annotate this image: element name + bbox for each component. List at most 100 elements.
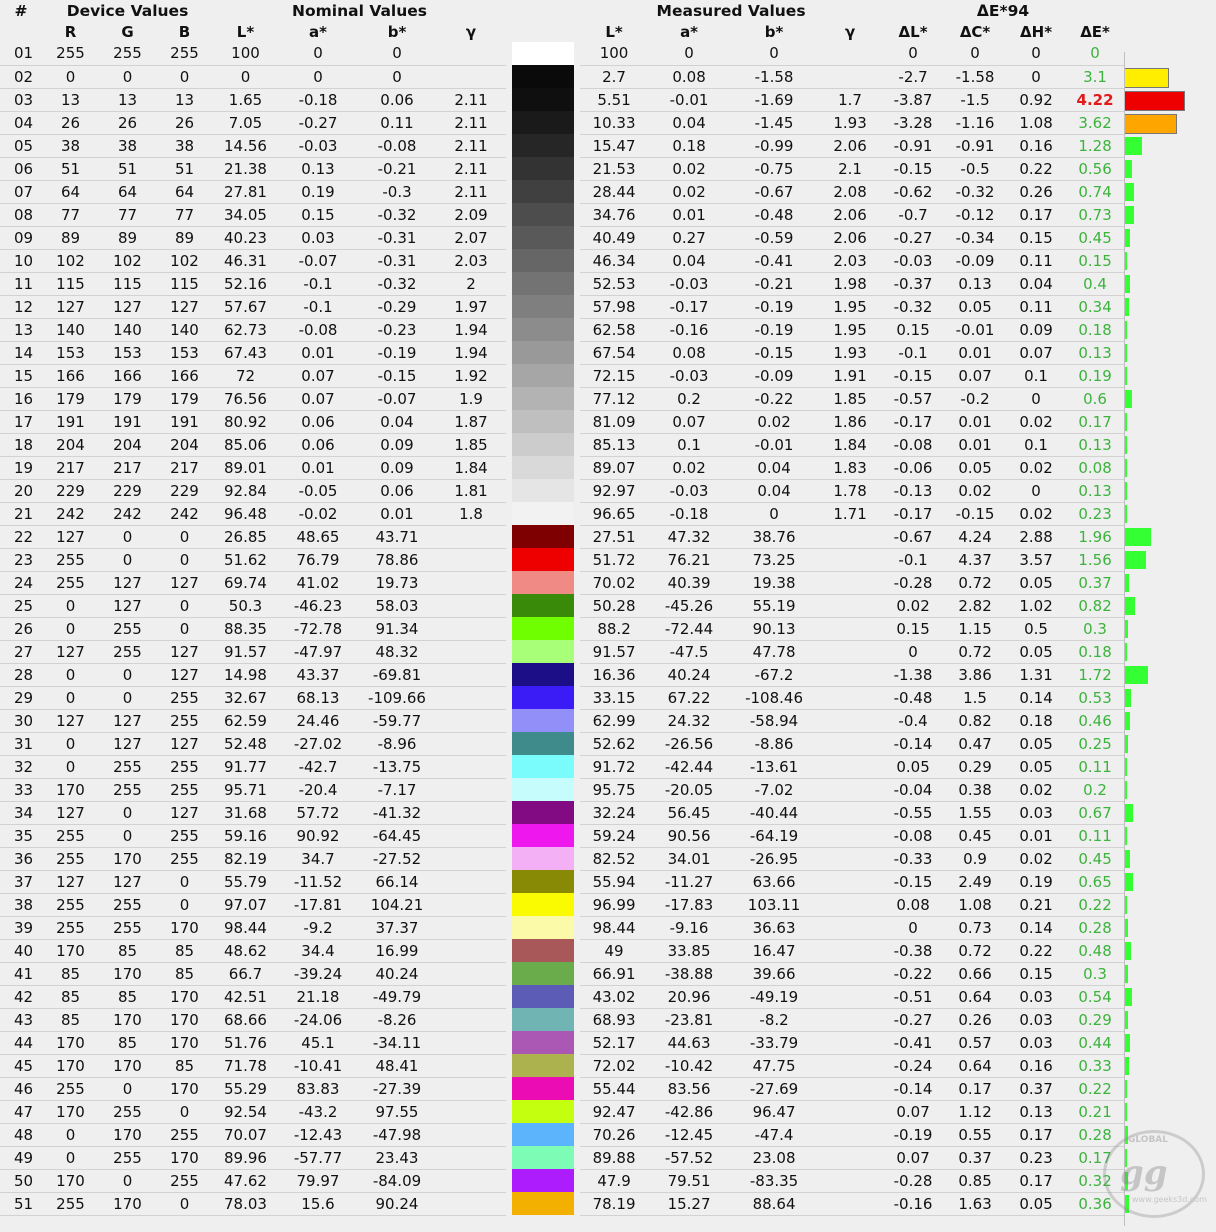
cell-delta-e: 0: [1066, 42, 1125, 66]
cell-b: 153: [156, 341, 213, 365]
cell-r: 85: [42, 985, 99, 1009]
cell-nominal-b: -0.3: [358, 180, 436, 204]
cell-nominal-a: -42.7: [278, 755, 358, 779]
cell-num: 45: [0, 1054, 42, 1078]
cell-nominal-l: 59.16: [213, 824, 278, 848]
cell-measured-gamma: [818, 640, 883, 664]
cell-delta-l: -0.04: [882, 778, 945, 802]
col-measured-l: L*: [605, 23, 623, 41]
cell-delta-e: 0.11: [1066, 755, 1125, 779]
delta-e-bar: [1124, 551, 1147, 569]
color-swatch-cell: [506, 1031, 580, 1054]
cell-delta-l: -0.41: [882, 1031, 945, 1055]
cell-g: 0: [99, 65, 156, 89]
cell-measured-l: 55.94: [580, 870, 649, 894]
cell-measured-gamma: [818, 732, 883, 756]
cell-delta-l: -0.13: [882, 479, 945, 503]
color-swatch-cell: [506, 985, 580, 1008]
cell-measured-l: 81.09: [580, 410, 649, 434]
cell-nominal-gamma: 2.11: [436, 111, 507, 135]
cell-nominal-gamma: [436, 640, 507, 664]
cell-r: 0: [42, 1146, 99, 1170]
cell-delta-l: -0.15: [882, 364, 945, 388]
cell-b: 255: [156, 1169, 213, 1193]
color-swatch: [512, 824, 575, 847]
cell-nominal-l: 98.44: [213, 916, 278, 940]
cell-delta-c: -0.2: [944, 387, 1007, 411]
cell-nominal-a: 0.06: [278, 410, 358, 434]
cell-measured-a: 0.08: [648, 341, 731, 365]
cell-b: 204: [156, 433, 213, 457]
cell-nominal-a: 0.15: [278, 203, 358, 227]
cell-g: 217: [99, 456, 156, 480]
cell-nominal-b: 78.86: [358, 548, 436, 572]
cell-delta-h: 0.05: [1006, 571, 1067, 595]
cell-delta-l: 0: [882, 916, 945, 940]
cell-measured-b: -67.2: [730, 663, 819, 687]
cell-delta-l: -0.67: [882, 525, 945, 549]
delta-e-bar-cell: [1124, 111, 1216, 134]
cell-nominal-a: -17.81: [278, 893, 358, 917]
color-swatch-cell: [506, 709, 580, 732]
cell-measured-gamma: 1.98: [818, 272, 883, 296]
col-r: R: [64, 23, 77, 41]
cell-nominal-b: 16.99: [358, 939, 436, 963]
cell-nominal-l: 91.77: [213, 755, 278, 779]
color-swatch: [512, 732, 575, 755]
cell-g: 153: [99, 341, 156, 365]
cell-measured-l: 92.47: [580, 1100, 649, 1124]
cell-num: 38: [0, 893, 42, 917]
cell-delta-l: -0.08: [882, 433, 945, 457]
color-swatch: [512, 1100, 575, 1123]
cell-num: 50: [0, 1169, 42, 1193]
cell-r: 255: [42, 548, 99, 572]
cell-nominal-a: -46.23: [278, 594, 358, 618]
cell-measured-l: 88.2: [580, 617, 649, 641]
cell-nominal-b: -27.52: [358, 847, 436, 871]
cell-delta-h: 0.17: [1006, 1123, 1067, 1147]
cell-nominal-b: 19.73: [358, 571, 436, 595]
color-swatch-cell: [506, 479, 580, 502]
cell-measured-gamma: 2.06: [818, 203, 883, 227]
cell-g: 0: [99, 663, 156, 687]
cell-delta-l: 0.15: [882, 318, 945, 342]
cell-b: 127: [156, 295, 213, 319]
cell-r: 255: [42, 571, 99, 595]
cell-r: 77: [42, 203, 99, 227]
cell-measured-l: 50.28: [580, 594, 649, 618]
cell-num: 42: [0, 985, 42, 1009]
cell-g: 115: [99, 272, 156, 296]
cell-delta-l: -0.57: [882, 387, 945, 411]
cell-measured-b: -7.02: [730, 778, 819, 802]
cell-measured-l: 82.52: [580, 847, 649, 871]
color-swatch: [512, 525, 575, 548]
cell-g: 255: [99, 640, 156, 664]
cell-delta-c: 0.45: [944, 824, 1007, 848]
cell-b: 255: [156, 778, 213, 802]
cell-delta-c: 0.26: [944, 1008, 1007, 1032]
cell-delta-c: 1.63: [944, 1192, 1007, 1216]
cell-delta-e: 0.08: [1066, 456, 1125, 480]
cell-delta-h: 0.1: [1006, 433, 1067, 457]
cell-nominal-b: -0.08: [358, 134, 436, 158]
color-swatch-cell: [506, 180, 580, 203]
cell-b: 26: [156, 111, 213, 135]
cell-delta-e: 0.33: [1066, 1054, 1125, 1078]
cell-measured-gamma: [818, 1192, 883, 1216]
cell-b: 0: [156, 1100, 213, 1124]
cell-nominal-gamma: 1.87: [436, 410, 507, 434]
cell-nominal-a: 90.92: [278, 824, 358, 848]
cell-nominal-a: 0.07: [278, 387, 358, 411]
cell-measured-b: -0.19: [730, 295, 819, 319]
color-swatch: [512, 1031, 575, 1054]
cell-delta-c: 0.01: [944, 410, 1007, 434]
cell-r: 51: [42, 157, 99, 181]
cell-measured-l: 27.51: [580, 525, 649, 549]
cell-b: 85: [156, 939, 213, 963]
table-row: 47 170 255 0 92.54 -43.2 97.55 92.47 -42.86 96.47…: [0, 1100, 1216, 1124]
color-swatch-cell: [506, 801, 580, 824]
cell-measured-a: 0.27: [648, 226, 731, 250]
cell-delta-e: 0.18: [1066, 318, 1125, 342]
cell-nominal-gamma: [436, 1146, 507, 1170]
cell-measured-gamma: 1.78: [818, 479, 883, 503]
